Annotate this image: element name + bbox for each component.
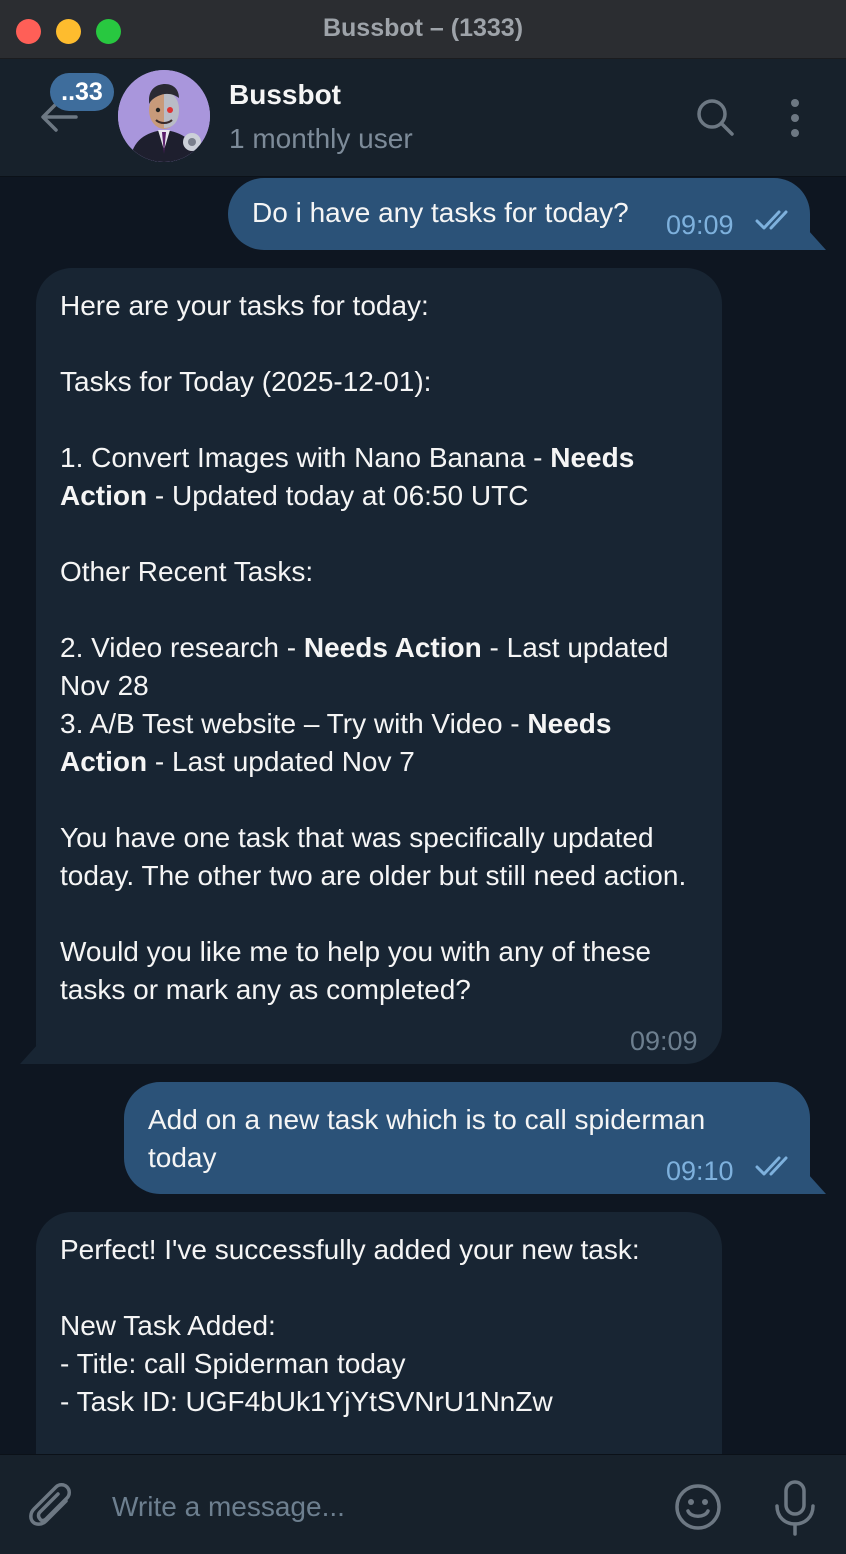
message-line: - Last updated Nov 7 bbox=[147, 746, 415, 777]
message-line: Tasks for Today (2025-12-01): bbox=[60, 366, 432, 397]
incoming-message[interactable]: Perfect! I've successfully added your ne… bbox=[36, 1212, 722, 1454]
message-line: - Task ID: UGF4bUk1YjYtSVNrU1NnZw bbox=[60, 1386, 553, 1417]
message-time: 09:09 bbox=[666, 210, 734, 240]
message-line: Here are your tasks for today: bbox=[60, 290, 429, 321]
bot-portrait-image bbox=[118, 70, 210, 162]
message-text: Here are your tasks for today: Tasks for… bbox=[60, 287, 700, 1009]
message-line: You have one task that was specifically … bbox=[60, 822, 687, 891]
chat-name[interactable]: Bussbot bbox=[229, 79, 341, 111]
message-text: Do i have any tasks for today? bbox=[252, 197, 629, 228]
message-line: New Task Added: bbox=[60, 1310, 276, 1341]
double-check-icon bbox=[755, 1156, 788, 1176]
message-list[interactable]: Do i have any tasks for today? 09:09 Her… bbox=[0, 177, 846, 1454]
more-vertical-icon[interactable] bbox=[779, 97, 811, 139]
outgoing-message[interactable]: Do i have any tasks for today? 09:09 bbox=[228, 178, 810, 250]
message-text: Perfect! I've successfully added your ne… bbox=[60, 1231, 700, 1421]
bubble-tail bbox=[808, 1174, 826, 1194]
message-time: 09:09 bbox=[630, 1026, 698, 1056]
message-input[interactable] bbox=[110, 1483, 654, 1531]
bubble-tail bbox=[20, 1044, 38, 1064]
chat-header: ..33 Bussbot 1 monthly user bbox=[0, 59, 846, 177]
double-check-icon bbox=[755, 210, 788, 230]
window-title: Bussbot – (1333) bbox=[322, 14, 524, 42]
emoji-icon[interactable] bbox=[674, 1483, 722, 1531]
search-icon[interactable] bbox=[694, 96, 736, 138]
avatar[interactable] bbox=[118, 70, 210, 162]
microphone-icon[interactable] bbox=[772, 1479, 818, 1537]
message-line: 1. Convert Images with Nano Banana - bbox=[60, 442, 551, 473]
paperclip-icon[interactable] bbox=[28, 1483, 78, 1535]
status-bold: Needs Action bbox=[303, 632, 482, 663]
message-line: Would you like me to help you with any o… bbox=[60, 936, 659, 1005]
message-line: Other Recent Tasks: bbox=[60, 556, 314, 587]
incoming-message[interactable]: Here are your tasks for today: Tasks for… bbox=[36, 268, 722, 1064]
unread-badge[interactable]: ..33 bbox=[50, 73, 114, 111]
outgoing-message[interactable]: Add on a new task which is to call spide… bbox=[124, 1082, 810, 1194]
message-line: - Updated today at 06:50 UTC bbox=[147, 480, 529, 511]
title-bar: Bussbot – (1333) bbox=[0, 0, 846, 59]
message-line: Perfect! I've successfully added your ne… bbox=[60, 1234, 640, 1265]
message-line: - Title: call Spiderman today bbox=[60, 1348, 406, 1379]
chat-status: 1 monthly user bbox=[229, 123, 413, 154]
message-line: 3. A/B Test website – Try with Video - bbox=[60, 708, 528, 739]
message-text: Add on a new task which is to call spide… bbox=[148, 1104, 713, 1173]
message-composer bbox=[0, 1454, 846, 1554]
message-time: 09:10 bbox=[666, 1156, 734, 1186]
telegram-window: Bussbot – (1333) ..33 Bussbot 1 monthly … bbox=[0, 0, 846, 1554]
message-line: 2. Video research - bbox=[60, 632, 304, 663]
bubble-tail bbox=[808, 230, 826, 250]
